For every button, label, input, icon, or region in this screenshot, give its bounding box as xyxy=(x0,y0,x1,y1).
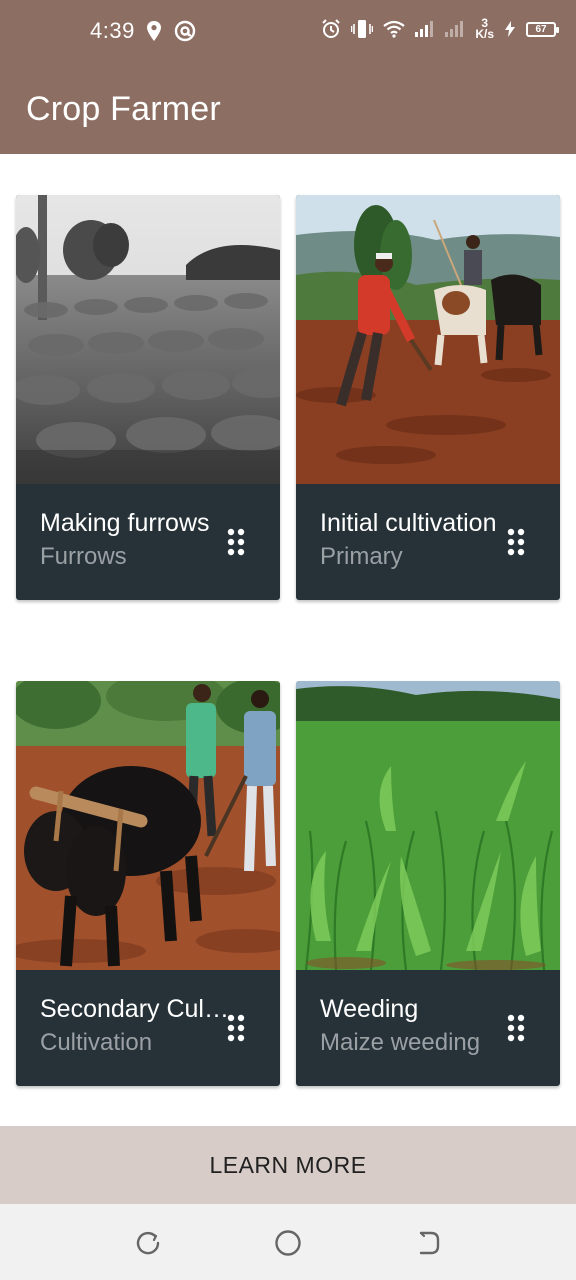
drag-handle-icon[interactable] xyxy=(226,1013,248,1043)
charging-icon xyxy=(505,21,515,37)
alarm-icon xyxy=(322,19,341,38)
learn-more-button[interactable]: LEARN MORE xyxy=(0,1126,576,1204)
network-speed: 3 K/s xyxy=(475,16,494,41)
recents-icon[interactable] xyxy=(133,1228,163,1258)
wifi-icon xyxy=(383,20,405,38)
status-time: 4:39 xyxy=(90,18,135,43)
battery-icon: 67 xyxy=(526,21,559,37)
drag-handle-icon[interactable] xyxy=(226,527,248,557)
card-making-furrows[interactable]: Making furrows Furrows xyxy=(16,195,280,600)
oxen-yoke-photo xyxy=(16,681,280,970)
signal-icon xyxy=(415,21,434,37)
card-subtitle: Maize weeding xyxy=(320,1029,481,1056)
card-title: Weeding xyxy=(320,995,419,1023)
app-title: Crop Farmer xyxy=(26,90,221,128)
location-icon xyxy=(147,21,161,41)
card-title: Initial cultivation xyxy=(320,509,497,537)
at-sign-icon xyxy=(174,20,196,42)
card-weeding[interactable]: Weeding Maize weeding xyxy=(296,681,560,1086)
back-icon[interactable] xyxy=(413,1228,443,1258)
card-subtitle: Furrows xyxy=(40,543,127,570)
home-icon[interactable] xyxy=(273,1228,303,1258)
drag-handle-icon[interactable] xyxy=(506,1013,528,1043)
card-secondary-cultivation[interactable]: Secondary Cultivation Cultivation xyxy=(16,681,280,1086)
card-title: Secondary Cultivation xyxy=(40,995,230,1023)
card-title: Making furrows xyxy=(40,509,210,537)
navigation-bar xyxy=(0,1204,576,1280)
card-initial-cultivation[interactable]: Initial cultivation Primary xyxy=(296,195,560,600)
app-bar: 4:39 3 K/s 67 Crop Farmer xyxy=(0,0,576,154)
card-subtitle: Cultivation xyxy=(40,1029,153,1056)
drag-handle-icon[interactable] xyxy=(506,527,528,557)
vibrate-icon xyxy=(351,20,374,38)
maize-field-photo xyxy=(296,681,560,970)
furrows-photo xyxy=(16,195,280,484)
ox-plough-photo xyxy=(296,195,560,484)
signal-icon-2 xyxy=(445,21,464,37)
card-subtitle: Primary xyxy=(320,543,403,570)
status-bar: 4:39 3 K/s 67 xyxy=(0,0,576,64)
